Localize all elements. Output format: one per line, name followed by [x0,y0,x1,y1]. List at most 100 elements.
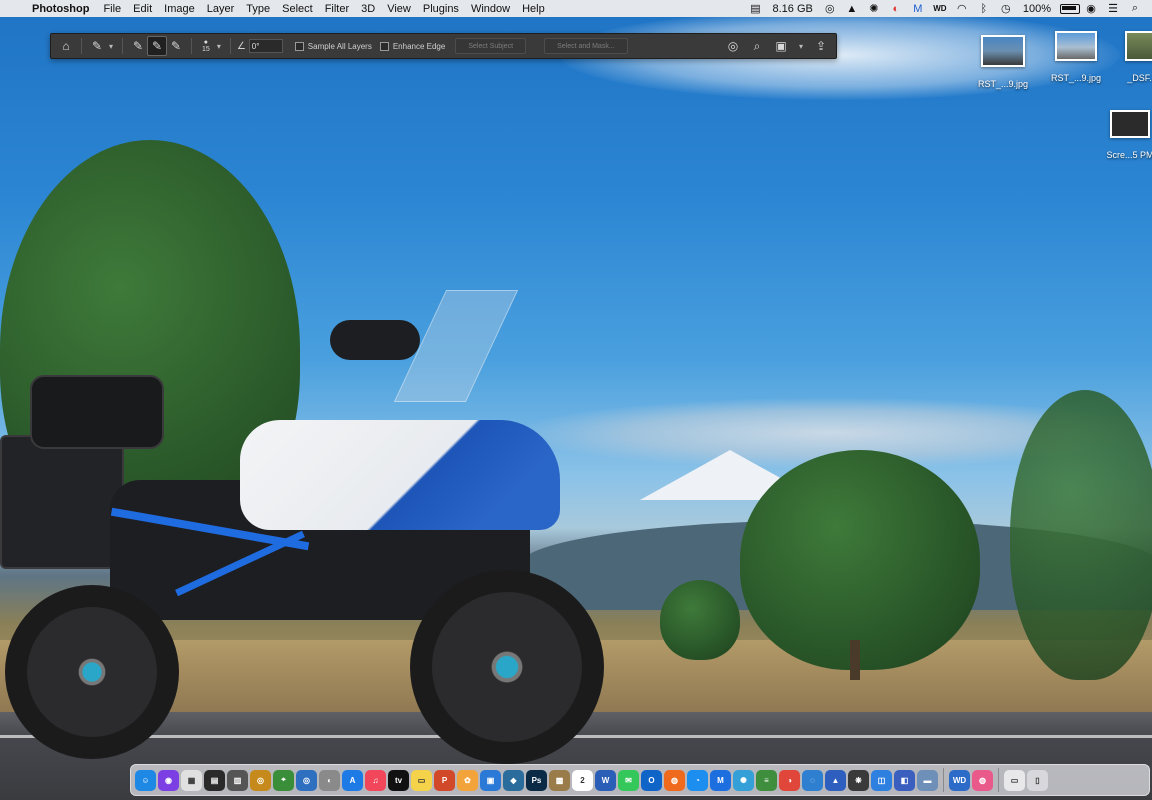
image-thumbnail[interactable] [1125,31,1152,61]
menu-select[interactable]: Select [276,3,319,15]
chevron-down-icon[interactable]: ▾ [217,42,221,51]
select-and-mask-button[interactable]: Select and Mask... [544,38,628,54]
share-icon[interactable]: ⇪ [812,37,830,55]
spotlight-search-icon[interactable]: ⌕ [1124,2,1146,15]
dock-app-archive-icon[interactable]: ▩ [549,769,570,791]
dock-app-messages-icon[interactable]: ✉ [618,769,639,791]
dock-app-photoshop-icon[interactable]: Ps [526,769,547,791]
dock-app-malwarebytes-icon[interactable]: M [710,769,731,791]
desktop-file-label[interactable]: RST_...9.jpg [978,79,1028,89]
dock-app-lens-icon[interactable]: ◎ [296,769,317,791]
workspace-icon[interactable]: ▣ [772,37,790,55]
dock-app-compass-icon[interactable]: ◎ [250,769,271,791]
brush-preset-icon[interactable]: ✎ [88,37,106,55]
memory-readout[interactable]: 8.16 GB [767,3,819,15]
dock-app-notes-icon[interactable]: ▭ [411,769,432,791]
dock-app-creative-icon[interactable]: ◍ [972,769,993,791]
image-thumbnail[interactable] [981,35,1025,67]
dock-app-finder-icon[interactable]: ☺ [135,769,156,791]
chevron-down-icon[interactable]: ▾ [799,42,803,51]
dock-app-downloads-icon[interactable]: ▭ [1004,769,1025,791]
dock-app-activity-icon[interactable]: ▤ [204,769,225,791]
dock-app-chrome-icon[interactable]: ◑ [779,769,800,791]
dock-app-preview-icon[interactable]: ◐ [319,769,340,791]
dock-app-trash-icon[interactable]: ▯ [1027,769,1048,791]
dock-app-spark-icon[interactable]: ✺ [733,769,754,791]
dock-app-wd-icon[interactable]: WD [949,769,970,791]
chevron-down-icon[interactable]: ▾ [109,42,113,51]
control-center-icon[interactable]: ☰ [1102,2,1124,15]
desktop-file-icon[interactable]: _DSF... [1112,31,1152,83]
dock-app-maps-icon[interactable]: ⌖ [273,769,294,791]
desktop-screenshot-icon[interactable]: Scre...5 PM [1100,110,1152,160]
wd-icon[interactable]: WD [929,4,951,13]
desktop-file-label[interactable]: Scre...5 PM [1106,150,1152,160]
select-subject-button[interactable]: Select Subject [455,38,527,54]
menu-3d[interactable]: 3D [355,3,381,15]
dock-app-flower-icon[interactable]: ❋ [848,769,869,791]
dock-app-calendar-icon[interactable]: 2 [572,769,593,791]
desktop-file-icon[interactable]: RST_...9.jpg [1041,31,1111,83]
menu-layer[interactable]: Layer [201,3,241,15]
dock-app-photos-icon[interactable]: ✿ [457,769,478,791]
menu-plugins[interactable]: Plugins [417,3,465,15]
sample-all-layers-checkbox[interactable]: Sample All Layers [294,41,372,51]
desktop-file-label[interactable]: _DSF... [1127,73,1152,83]
dock-app-memory-icon[interactable]: ≡ [756,769,777,791]
menu-type[interactable]: Type [240,3,276,15]
menu-image[interactable]: Image [158,3,201,15]
image-thumbnail[interactable] [1055,31,1097,61]
dock-app-firefox-icon[interactable]: ◍ [664,769,685,791]
dock-app-cube-icon[interactable]: ◆ [503,769,524,791]
brush-size[interactable]: ● 15 [202,39,210,53]
dock-app-safari-icon[interactable]: ◔ [687,769,708,791]
dock-app-siri-icon[interactable]: ◉ [158,769,179,791]
checkbox-box[interactable] [379,41,389,51]
dock-app-globe-icon[interactable]: ◌ [802,769,823,791]
dock-app-music-icon[interactable]: ♫ [365,769,386,791]
triangle-icon[interactable]: ▲ [841,3,863,15]
dock-app-finder-window-icon[interactable]: ▬ [917,769,938,791]
user-icon[interactable]: ◉ [1080,2,1102,15]
dock-app-keynote-icon[interactable]: ▣ [480,769,501,791]
creative-cloud-icon[interactable]: ◎ [819,2,841,15]
learn-icon[interactable]: ◎ [724,37,742,55]
menu-file[interactable]: File [97,3,127,15]
dock-app-outlook-icon[interactable]: O [641,769,662,791]
menu-filter[interactable]: Filter [319,3,355,15]
battery-icon[interactable] [1060,3,1080,14]
bluetooth-icon[interactable]: ᛒ [973,3,995,15]
time-machine-icon[interactable]: ◷ [995,2,1017,15]
image-thumbnail[interactable] [1110,110,1150,138]
new-selection-brush-icon[interactable]: ✎ [129,37,147,55]
dock-app-calculator-icon[interactable]: ▥ [227,769,248,791]
add-to-selection-brush-icon[interactable]: ✎ [147,36,168,56]
dock-app-word-icon[interactable]: W [595,769,616,791]
malwarebytes-icon[interactable]: M [907,3,929,15]
enhance-edge-checkbox[interactable]: Enhance Edge [379,41,445,51]
wifi-icon[interactable]: ◠ [951,2,973,15]
desktop-file-icon[interactable]: RST_...9.jpg [968,35,1038,89]
menu-window[interactable]: Window [465,3,516,15]
subtract-selection-brush-icon[interactable]: ✎ [167,37,185,55]
battery-percent[interactable]: 100% [1017,3,1057,15]
menu-app-name[interactable]: Photoshop [30,3,97,15]
dock-app-tv-icon[interactable]: tv [388,769,409,791]
dock-app-launchpad-icon[interactable]: ▦ [181,769,202,791]
dock-app-remote-icon[interactable]: ▲ [825,769,846,791]
menu-help[interactable]: Help [516,3,551,15]
dock-app-profiles-icon[interactable]: ◧ [894,769,915,791]
starburst-icon[interactable]: ✺ [863,2,885,15]
dock-app-screen-icon[interactable]: ◫ [871,769,892,791]
checkbox-box[interactable] [294,41,304,51]
c-app-icon[interactable]: ◐ [885,3,907,15]
search-icon[interactable]: ⌕ [748,37,766,55]
dock-app-powerpoint-icon[interactable]: P [434,769,455,791]
memory-chip-icon[interactable]: ▤ [745,2,767,15]
angle-input[interactable]: 0° [248,39,283,53]
menu-view[interactable]: View [381,3,417,15]
menu-edit[interactable]: Edit [127,3,158,15]
desktop-file-label[interactable]: RST_...9.jpg [1051,73,1101,83]
home-icon[interactable]: ⌂ [57,37,75,55]
dock-app-app-store-icon[interactable]: A [342,769,363,791]
